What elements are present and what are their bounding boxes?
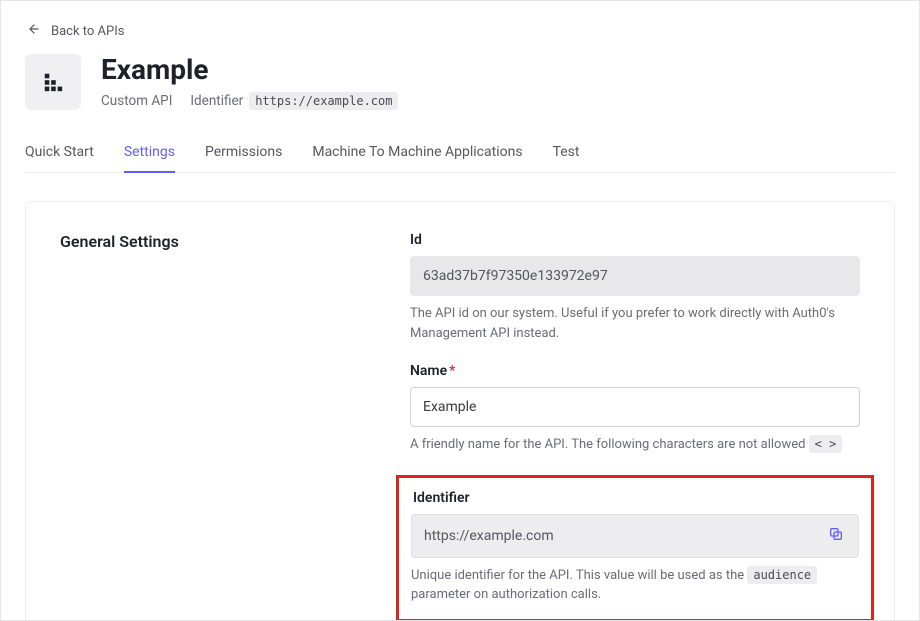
settings-left: General Settings bbox=[60, 232, 370, 621]
api-header: Example Custom API Identifier https://ex… bbox=[25, 54, 895, 110]
tab-m2m-applications[interactable]: Machine To Machine Applications bbox=[312, 136, 522, 172]
api-icon bbox=[25, 54, 81, 110]
tab-settings[interactable]: Settings bbox=[124, 136, 175, 172]
name-help-code: < > bbox=[809, 435, 843, 453]
id-value: 63ad37b7f97350e133972e97 bbox=[410, 256, 860, 296]
field-identifier: Identifier https://example.com Unique id… bbox=[411, 490, 859, 605]
field-id: Id 63ad37b7f97350e133972e97 The API id o… bbox=[410, 232, 860, 343]
settings-card: General Settings Id 63ad37b7f97350e13397… bbox=[25, 201, 895, 621]
identifier-value: https://example.com bbox=[424, 528, 826, 544]
copy-identifier-button[interactable] bbox=[826, 526, 846, 546]
identifier-help-suffix: parameter on authorization calls. bbox=[411, 587, 601, 602]
required-star-icon: * bbox=[449, 363, 455, 379]
identifier-help-prefix: Unique identifier for the API. This valu… bbox=[411, 568, 747, 583]
settings-right: Id 63ad37b7f97350e133972e97 The API id o… bbox=[410, 232, 860, 621]
identifier-help-code: audience bbox=[747, 566, 817, 584]
content-wrap: Back to APIs Example Custom API Identifi… bbox=[1, 1, 919, 621]
identifier-inline: Identifier https://example.com bbox=[190, 92, 398, 110]
back-label: Back to APIs bbox=[51, 24, 124, 39]
page-frame: Back to APIs Example Custom API Identifi… bbox=[0, 0, 920, 621]
back-to-apis-link[interactable]: Back to APIs bbox=[27, 22, 124, 40]
name-help: A friendly name for the API. The followi… bbox=[410, 435, 860, 455]
tab-test[interactable]: Test bbox=[553, 136, 580, 172]
identifier-label: Identifier bbox=[190, 93, 243, 109]
identifier-highlight: Identifier https://example.com Unique id… bbox=[396, 475, 874, 621]
field-name: Name* A friendly name for the API. The f… bbox=[410, 363, 860, 455]
tab-quick-start[interactable]: Quick Start bbox=[25, 136, 94, 172]
name-help-prefix: A friendly name for the API. The followi… bbox=[410, 437, 809, 452]
name-label: Name* bbox=[410, 363, 860, 379]
name-label-text: Name bbox=[410, 363, 447, 379]
id-label: Id bbox=[410, 232, 860, 248]
identifier-help: Unique identifier for the API. This valu… bbox=[411, 566, 859, 605]
identifier-readonly: https://example.com bbox=[411, 514, 859, 558]
page-title: Example bbox=[101, 54, 398, 86]
copy-icon bbox=[828, 526, 844, 546]
api-type-label: Custom API bbox=[101, 93, 172, 109]
tab-permissions[interactable]: Permissions bbox=[205, 136, 282, 172]
api-subline: Custom API Identifier https://example.co… bbox=[101, 92, 398, 110]
arrow-left-icon bbox=[27, 22, 41, 40]
id-help: The API id on our system. Useful if you … bbox=[410, 304, 860, 343]
name-input[interactable] bbox=[410, 387, 860, 427]
tab-row: Quick Start Settings Permissions Machine… bbox=[25, 136, 895, 173]
section-title: General Settings bbox=[60, 232, 370, 251]
identifier-field-label: Identifier bbox=[413, 490, 859, 506]
api-title-block: Example Custom API Identifier https://ex… bbox=[101, 54, 398, 110]
identifier-chip: https://example.com bbox=[249, 92, 398, 110]
